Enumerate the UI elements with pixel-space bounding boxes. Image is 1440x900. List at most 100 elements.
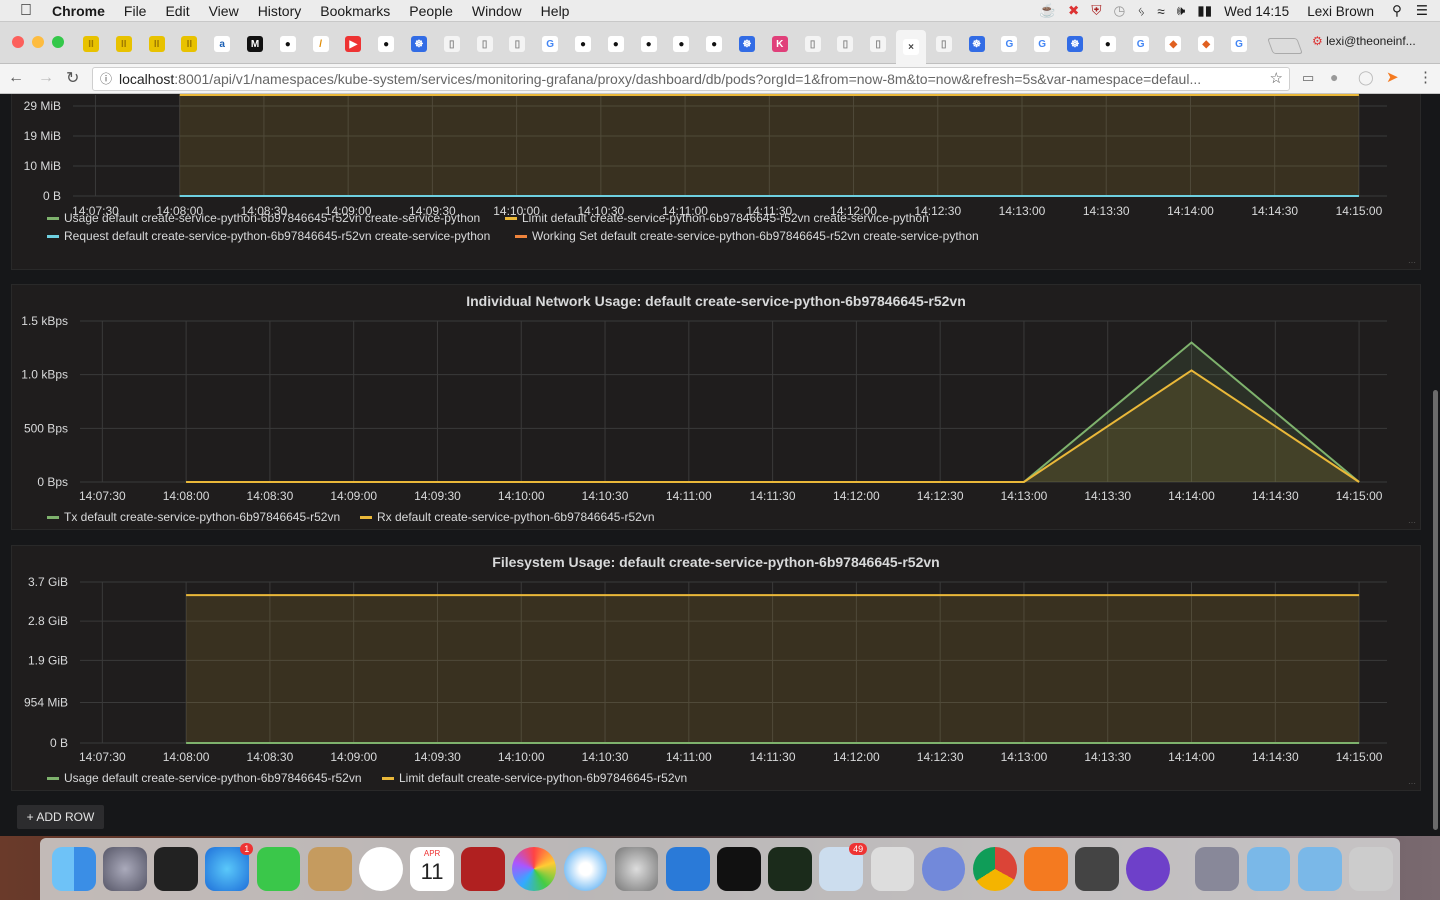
legend-item[interactable]: Limit default create-service-python-6b97…: [505, 211, 929, 225]
finder-icon[interactable]: [52, 847, 96, 891]
trash-icon[interactable]: [1348, 847, 1393, 891]
legend-item[interactable]: Usage default create-service-python-6b97…: [47, 211, 480, 225]
tab-github[interactable]: ●: [273, 30, 303, 58]
tab-github[interactable]: ●: [1093, 30, 1123, 58]
close-tab-icon[interactable]: ×: [903, 39, 919, 55]
legend-item[interactable]: Usage default create-service-python-6b97…: [47, 771, 362, 785]
terminal-icon[interactable]: [717, 847, 761, 891]
resize-handle-icon[interactable]: ⋯: [1408, 779, 1416, 788]
facetime-icon[interactable]: [256, 847, 301, 891]
wifi-icon[interactable]: ≈: [1157, 4, 1164, 19]
contacts-icon[interactable]: [307, 847, 352, 891]
tab-google[interactable]: G: [535, 30, 565, 58]
tab-google[interactable]: G: [1027, 30, 1057, 58]
tab-M[interactable]: M: [240, 30, 270, 58]
launchpad-icon[interactable]: [103, 847, 147, 891]
tab-google[interactable]: G: [1126, 30, 1156, 58]
folder-icon[interactable]: [1246, 847, 1291, 891]
memory-usage-graph[interactable]: 14:07:30 14:08:00 14:08:30 14:09:00 14:09:30…: [12, 94, 1422, 215]
tab-github[interactable]: ●: [634, 30, 664, 58]
tab-k8s[interactable]: ☸: [732, 30, 762, 58]
time-machine-icon[interactable]: ◷: [1113, 3, 1125, 19]
close-window-button[interactable]: [12, 36, 24, 48]
menu-window[interactable]: Window: [472, 3, 522, 19]
tab-active[interactable]: ×: [896, 30, 926, 64]
calendar-icon[interactable]: APR 11: [410, 847, 454, 891]
tab-doc[interactable]: ▯: [863, 30, 893, 58]
postman-extension-icon[interactable]: ➤: [1386, 68, 1399, 86]
info-icon[interactable]: ⓘ: [100, 68, 112, 90]
clock[interactable]: Wed 14:15: [1224, 4, 1289, 19]
tab-doc[interactable]: ▯: [470, 30, 500, 58]
menu-file[interactable]: File: [124, 3, 147, 19]
filesystem-usage-graph[interactable]: 14:07:30 14:08:00 14:08:30 14:09:00 14:09:30…: [12, 570, 1422, 788]
tab-doc[interactable]: ▯: [830, 30, 860, 58]
tab-k8s[interactable]: ☸: [404, 30, 434, 58]
bluetooth-icon[interactable]: ᛃ: [1137, 4, 1145, 19]
chrome-menu-icon[interactable]: ⋮: [1418, 68, 1433, 86]
menu-history[interactable]: History: [258, 3, 302, 19]
tab-doc[interactable]: ▯: [929, 30, 959, 58]
tab-github[interactable]: ●: [699, 30, 729, 58]
cast-icon[interactable]: ▭: [1302, 70, 1314, 86]
battery-icon[interactable]: ▮▮: [1197, 3, 1212, 19]
menu-bookmarks[interactable]: Bookmarks: [320, 3, 390, 19]
resize-handle-icon[interactable]: ⋯: [1408, 518, 1416, 527]
activity-icon[interactable]: [154, 847, 199, 891]
xcode-icon[interactable]: [665, 847, 710, 891]
chat-extension-icon[interactable]: ◯: [1358, 69, 1374, 86]
volume-icon[interactable]: 🕪: [1177, 3, 1186, 19]
remote-desktop-icon[interactable]: [870, 847, 915, 891]
panel-title[interactable]: Individual Network Usage: default create…: [12, 293, 1420, 309]
apple-icon[interactable]: : [20, 2, 32, 20]
photo-booth-icon[interactable]: [461, 847, 506, 891]
menu-edit[interactable]: Edit: [165, 3, 189, 19]
chrome-icon[interactable]: [972, 847, 1017, 891]
tab-pencil[interactable]: /: [306, 30, 336, 58]
bookmark-star-icon[interactable]: ☆: [1269, 68, 1283, 90]
tab-fox[interactable]: ◆: [1158, 30, 1188, 58]
page-scrollbar[interactable]: [1430, 94, 1440, 836]
tab-pause[interactable]: II: [142, 30, 172, 58]
tab-github[interactable]: ●: [371, 30, 401, 58]
zoom-window-button[interactable]: [52, 36, 64, 48]
tab-k8s[interactable]: ☸: [962, 30, 992, 58]
system-preferences-icon[interactable]: [614, 847, 659, 891]
legend-item[interactable]: Tx default create-service-python-6b97846…: [47, 510, 340, 524]
sublime-text-icon[interactable]: [1075, 847, 1119, 891]
back-icon[interactable]: ←: [8, 69, 24, 87]
tab-doc[interactable]: ▯: [798, 30, 828, 58]
menu-app-name[interactable]: Chrome: [52, 3, 105, 19]
spotlight-icon[interactable]: ⚲: [1392, 3, 1402, 19]
notification-center-icon[interactable]: ☰: [1416, 3, 1428, 19]
tab-pause[interactable]: II: [76, 30, 106, 58]
address-bar[interactable]: ⓘ localhost:8001/api/v1/namespaces/kube-…: [92, 67, 1290, 91]
user-name[interactable]: Lexi Brown: [1307, 4, 1374, 19]
discord-icon[interactable]: [921, 847, 966, 891]
legend-item[interactable]: Request default create-service-python-6b…: [47, 229, 490, 243]
tab-youtube[interactable]: ▶: [338, 30, 368, 58]
network-usage-graph[interactable]: 14:07:30 14:08:00 14:08:30 14:09:00 14:09:30…: [12, 309, 1422, 527]
add-row-button[interactable]: + ADD ROW: [17, 805, 104, 829]
tab-github[interactable]: ●: [601, 30, 631, 58]
tab-google[interactable]: G: [994, 30, 1024, 58]
scrollbar-thumb[interactable]: [1433, 390, 1438, 830]
shield-icon[interactable]: ⛨: [1091, 3, 1101, 19]
extension-icon[interactable]: ●: [1330, 69, 1338, 85]
legend-item[interactable]: Rx default create-service-python-6b97846…: [360, 510, 655, 524]
tab-k8s[interactable]: ☸: [1060, 30, 1090, 58]
safari-icon[interactable]: [563, 847, 608, 891]
minimize-window-button[interactable]: [32, 36, 44, 48]
downloads-stack-icon[interactable]: [1195, 847, 1240, 891]
mail-icon[interactable]: 49: [819, 843, 868, 891]
menu-people[interactable]: People: [409, 3, 453, 19]
legend-item[interactable]: Limit default create-service-python-6b97…: [382, 771, 687, 785]
tab-github[interactable]: ●: [666, 30, 696, 58]
postman-icon[interactable]: [1023, 847, 1068, 891]
panel-title[interactable]: Filesystem Usage: default create-service…: [12, 554, 1420, 570]
resize-handle-icon[interactable]: ⋯: [1408, 258, 1416, 267]
photos-icon[interactable]: [512, 847, 557, 891]
activity-monitor-icon[interactable]: [768, 847, 812, 891]
tab-github[interactable]: ●: [568, 30, 598, 58]
folder-icon[interactable]: [1297, 847, 1342, 891]
